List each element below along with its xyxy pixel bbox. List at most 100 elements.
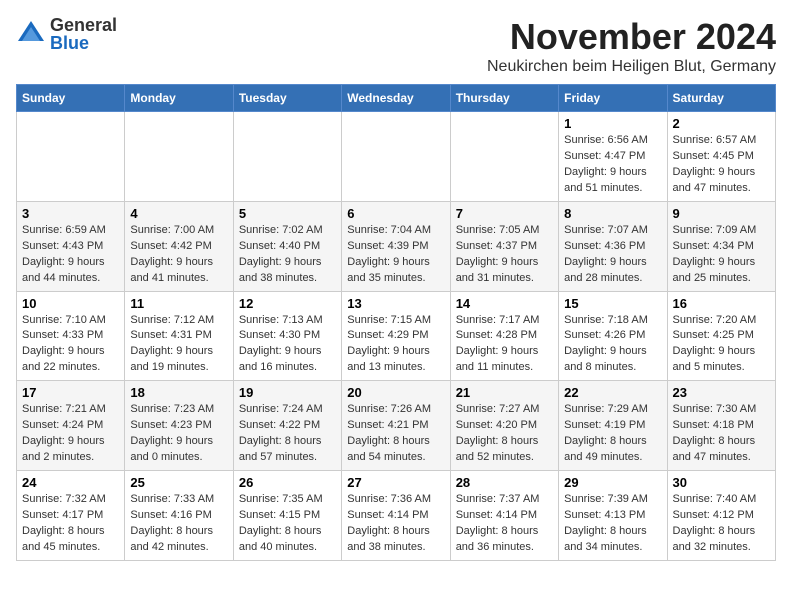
calendar-cell: 28 Sunrise: 7:37 AM Sunset: 4:14 PM Dayli… (450, 471, 558, 561)
weekday-header-wednesday: Wednesday (342, 85, 450, 112)
calendar-cell: 8 Sunrise: 7:07 AM Sunset: 4:36 PM Daylig… (559, 201, 667, 291)
day-number: 22 (564, 385, 661, 400)
day-number: 19 (239, 385, 336, 400)
calendar-cell: 3 Sunrise: 6:59 AM Sunset: 4:43 PM Daylig… (17, 201, 125, 291)
calendar-cell: 10 Sunrise: 7:10 AM Sunset: 4:33 PM Dayli… (17, 291, 125, 381)
calendar-header-row: SundayMondayTuesdayWednesdayThursdayFrid… (17, 85, 776, 112)
calendar-week-row: 10 Sunrise: 7:10 AM Sunset: 4:33 PM Dayli… (17, 291, 776, 381)
calendar-cell: 19 Sunrise: 7:24 AM Sunset: 4:22 PM Dayli… (233, 381, 341, 471)
day-number: 8 (564, 206, 661, 221)
logo-blue-label: Blue (50, 34, 117, 52)
day-number: 5 (239, 206, 336, 221)
day-number: 12 (239, 296, 336, 311)
calendar-cell: 17 Sunrise: 7:21 AM Sunset: 4:24 PM Dayli… (17, 381, 125, 471)
day-detail: Sunrise: 7:00 AM Sunset: 4:42 PM Dayligh… (130, 223, 227, 287)
calendar-cell: 26 Sunrise: 7:35 AM Sunset: 4:15 PM Dayli… (233, 471, 341, 561)
calendar-cell: 9 Sunrise: 7:09 AM Sunset: 4:34 PM Daylig… (667, 201, 775, 291)
day-number: 9 (673, 206, 770, 221)
weekday-header-thursday: Thursday (450, 85, 558, 112)
day-detail: Sunrise: 7:09 AM Sunset: 4:34 PM Dayligh… (673, 223, 770, 287)
day-number: 29 (564, 475, 661, 490)
day-number: 10 (22, 296, 119, 311)
day-number: 25 (130, 475, 227, 490)
day-number: 6 (347, 206, 444, 221)
day-detail: Sunrise: 6:59 AM Sunset: 4:43 PM Dayligh… (22, 223, 119, 287)
day-detail: Sunrise: 6:57 AM Sunset: 4:45 PM Dayligh… (673, 133, 770, 197)
day-detail: Sunrise: 7:36 AM Sunset: 4:14 PM Dayligh… (347, 492, 444, 556)
day-detail: Sunrise: 7:18 AM Sunset: 4:26 PM Dayligh… (564, 313, 661, 377)
day-number: 17 (22, 385, 119, 400)
day-detail: Sunrise: 7:02 AM Sunset: 4:40 PM Dayligh… (239, 223, 336, 287)
day-detail: Sunrise: 7:15 AM Sunset: 4:29 PM Dayligh… (347, 313, 444, 377)
day-detail: Sunrise: 7:33 AM Sunset: 4:16 PM Dayligh… (130, 492, 227, 556)
calendar-cell: 13 Sunrise: 7:15 AM Sunset: 4:29 PM Dayli… (342, 291, 450, 381)
day-detail: Sunrise: 7:30 AM Sunset: 4:18 PM Dayligh… (673, 402, 770, 466)
day-number: 11 (130, 296, 227, 311)
weekday-header-saturday: Saturday (667, 85, 775, 112)
day-detail: Sunrise: 7:27 AM Sunset: 4:20 PM Dayligh… (456, 402, 553, 466)
day-detail: Sunrise: 6:56 AM Sunset: 4:47 PM Dayligh… (564, 133, 661, 197)
day-number: 30 (673, 475, 770, 490)
title-block: November 2024 Neukirchen beim Heiligen B… (487, 16, 776, 76)
day-number: 13 (347, 296, 444, 311)
calendar-week-row: 17 Sunrise: 7:21 AM Sunset: 4:24 PM Dayli… (17, 381, 776, 471)
calendar-cell: 22 Sunrise: 7:29 AM Sunset: 4:19 PM Dayli… (559, 381, 667, 471)
calendar-cell: 21 Sunrise: 7:27 AM Sunset: 4:20 PM Dayli… (450, 381, 558, 471)
day-detail: Sunrise: 7:07 AM Sunset: 4:36 PM Dayligh… (564, 223, 661, 287)
calendar-cell: 4 Sunrise: 7:00 AM Sunset: 4:42 PM Daylig… (125, 201, 233, 291)
day-detail: Sunrise: 7:21 AM Sunset: 4:24 PM Dayligh… (22, 402, 119, 466)
calendar-cell: 18Sunrise: 7:23 AM Sunset: 4:23 PM Dayli… (125, 381, 233, 471)
weekday-header-friday: Friday (559, 85, 667, 112)
calendar-week-row: 3 Sunrise: 6:59 AM Sunset: 4:43 PM Daylig… (17, 201, 776, 291)
day-number: 28 (456, 475, 553, 490)
calendar-cell: 30 Sunrise: 7:40 AM Sunset: 4:12 PM Dayli… (667, 471, 775, 561)
day-number: 27 (347, 475, 444, 490)
day-detail: Sunrise: 7:29 AM Sunset: 4:19 PM Dayligh… (564, 402, 661, 466)
day-number: 26 (239, 475, 336, 490)
calendar-cell: 12 Sunrise: 7:13 AM Sunset: 4:30 PM Dayli… (233, 291, 341, 381)
day-number: 1 (564, 116, 661, 131)
calendar-cell: 7Sunrise: 7:05 AM Sunset: 4:37 PM Daylig… (450, 201, 558, 291)
day-detail: Sunrise: 7:13 AM Sunset: 4:30 PM Dayligh… (239, 313, 336, 377)
calendar-cell: 29 Sunrise: 7:39 AM Sunset: 4:13 PM Dayli… (559, 471, 667, 561)
day-number: 16 (673, 296, 770, 311)
day-detail: Sunrise: 7:40 AM Sunset: 4:12 PM Dayligh… (673, 492, 770, 556)
logo-icon (16, 19, 46, 49)
day-detail: Sunrise: 7:05 AM Sunset: 4:37 PM Dayligh… (456, 223, 553, 287)
day-detail: Sunrise: 7:35 AM Sunset: 4:15 PM Dayligh… (239, 492, 336, 556)
logo-text: General Blue (50, 16, 117, 52)
calendar-cell (233, 112, 341, 202)
calendar-week-row: 24Sunrise: 7:32 AM Sunset: 4:17 PM Dayli… (17, 471, 776, 561)
day-detail: Sunrise: 7:12 AM Sunset: 4:31 PM Dayligh… (130, 313, 227, 377)
day-detail: Sunrise: 7:39 AM Sunset: 4:13 PM Dayligh… (564, 492, 661, 556)
day-number: 14 (456, 296, 553, 311)
calendar-table: SundayMondayTuesdayWednesdayThursdayFrid… (16, 84, 776, 561)
day-detail: Sunrise: 7:04 AM Sunset: 4:39 PM Dayligh… (347, 223, 444, 287)
calendar-cell: 14 Sunrise: 7:17 AM Sunset: 4:28 PM Dayli… (450, 291, 558, 381)
day-detail: Sunrise: 7:17 AM Sunset: 4:28 PM Dayligh… (456, 313, 553, 377)
day-detail: Sunrise: 7:24 AM Sunset: 4:22 PM Dayligh… (239, 402, 336, 466)
day-detail: Sunrise: 7:23 AM Sunset: 4:23 PM Dayligh… (130, 402, 227, 466)
calendar-cell: 20Sunrise: 7:26 AM Sunset: 4:21 PM Dayli… (342, 381, 450, 471)
day-number: 3 (22, 206, 119, 221)
calendar-week-row: 1 Sunrise: 6:56 AM Sunset: 4:47 PM Daylig… (17, 112, 776, 202)
calendar-cell: 24Sunrise: 7:32 AM Sunset: 4:17 PM Dayli… (17, 471, 125, 561)
day-number: 23 (673, 385, 770, 400)
weekday-header-sunday: Sunday (17, 85, 125, 112)
calendar-cell (342, 112, 450, 202)
day-number: 4 (130, 206, 227, 221)
logo: General Blue (16, 16, 117, 52)
day-number: 21 (456, 385, 553, 400)
calendar-cell: 27 Sunrise: 7:36 AM Sunset: 4:14 PM Dayli… (342, 471, 450, 561)
day-detail: Sunrise: 7:10 AM Sunset: 4:33 PM Dayligh… (22, 313, 119, 377)
weekday-header-monday: Monday (125, 85, 233, 112)
day-detail: Sunrise: 7:37 AM Sunset: 4:14 PM Dayligh… (456, 492, 553, 556)
calendar-cell (17, 112, 125, 202)
calendar-cell: 11 Sunrise: 7:12 AM Sunset: 4:31 PM Dayli… (125, 291, 233, 381)
day-detail: Sunrise: 7:26 AM Sunset: 4:21 PM Dayligh… (347, 402, 444, 466)
calendar-cell: 16Sunrise: 7:20 AM Sunset: 4:25 PM Dayli… (667, 291, 775, 381)
day-number: 2 (673, 116, 770, 131)
calendar-cell: 2 Sunrise: 6:57 AM Sunset: 4:45 PM Daylig… (667, 112, 775, 202)
calendar-cell: 25 Sunrise: 7:33 AM Sunset: 4:16 PM Dayli… (125, 471, 233, 561)
day-number: 24 (22, 475, 119, 490)
